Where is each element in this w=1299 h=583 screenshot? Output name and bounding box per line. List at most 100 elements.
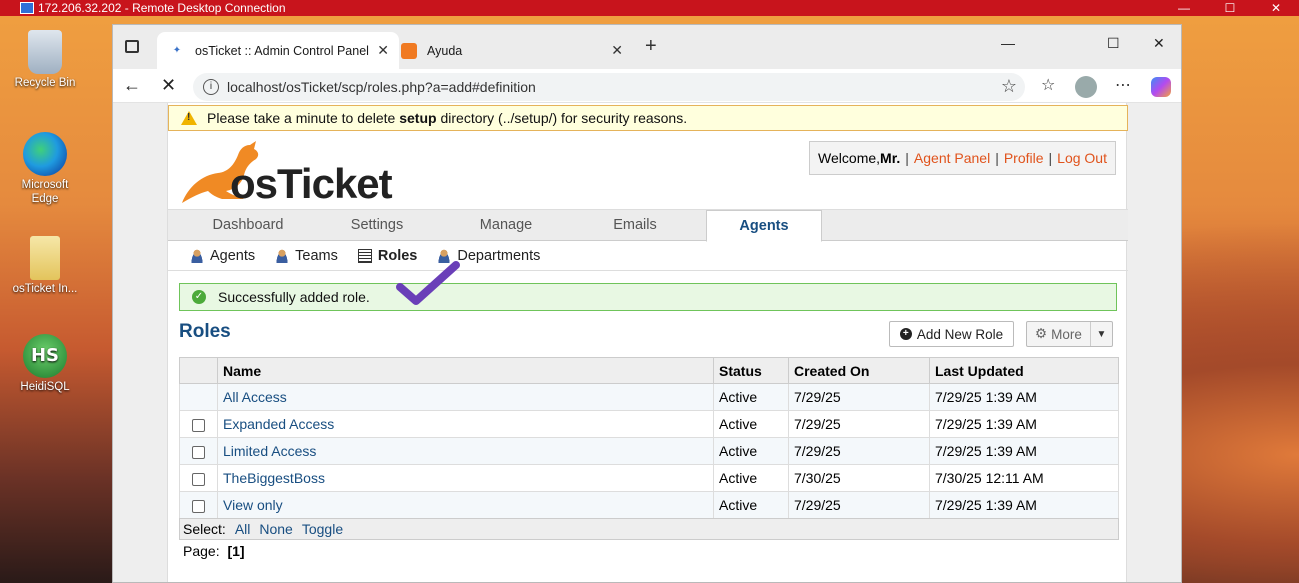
main-nav: Dashboard Settings Manage Emails Agents xyxy=(168,209,1128,242)
select-column-header xyxy=(179,357,218,384)
role-status-cell: Active xyxy=(713,464,789,492)
desktop-icon-heidisql[interactable]: HS HeidiSQL xyxy=(8,334,82,394)
address-bar-row: ← ✕ i localhost/osTicket/scp/roles.php?a… xyxy=(113,69,1181,103)
desktop-icon-recycle-bin[interactable]: Recycle Bin xyxy=(8,30,82,90)
table-row: Expanded Access Active 7/29/25 7/29/25 1:39… xyxy=(179,410,1119,438)
desktop-icon-osticket-installer[interactable]: osTicket In... xyxy=(8,236,82,296)
tab-agents[interactable]: Agents xyxy=(706,210,822,242)
desktop-icon-edge[interactable]: Microsoft Edge xyxy=(8,132,82,206)
page-container: Please take a minute to delete setup dir… xyxy=(167,103,1128,582)
window-close-icon[interactable]: ✕ xyxy=(1153,35,1165,52)
profile-link[interactable]: Profile xyxy=(1004,150,1044,166)
logout-link[interactable]: Log Out xyxy=(1057,150,1107,166)
rdp-close-button[interactable]: ✕ xyxy=(1253,0,1299,16)
page-title: Roles xyxy=(179,321,231,342)
chevron-down-icon[interactable]: ▼ xyxy=(1090,322,1112,346)
row-select-cell xyxy=(179,464,218,492)
osticket-logo[interactable]: osTicket xyxy=(178,139,393,207)
success-text: Successfully added role. xyxy=(218,289,370,305)
sub-nav-teams[interactable]: Teams xyxy=(275,248,338,264)
browser-tab-osticket[interactable]: ✦ osTicket :: Admin Control Panel ✕ xyxy=(157,32,399,69)
select-none-link[interactable]: None xyxy=(259,521,292,537)
row-select-cell xyxy=(179,383,218,411)
more-dropdown-button[interactable]: ⚙ More ▼ xyxy=(1026,321,1113,347)
osticket-favicon-icon: ✦ xyxy=(172,44,182,56)
tab-dashboard[interactable]: Dashboard xyxy=(190,210,306,241)
pager-label: Page: xyxy=(183,543,220,559)
role-name-link[interactable]: Expanded Access xyxy=(223,416,334,432)
close-tab-icon[interactable]: ✕ xyxy=(377,42,389,59)
column-header-created[interactable]: Created On xyxy=(788,357,930,384)
desktop-icon-label: HeidiSQL xyxy=(20,381,70,393)
column-header-updated[interactable]: Last Updated xyxy=(929,357,1119,384)
row-checkbox[interactable] xyxy=(192,445,205,459)
success-message: ✓ Successfully added role. xyxy=(179,283,1117,311)
success-check-icon: ✓ xyxy=(192,290,206,304)
new-tab-icon[interactable]: + xyxy=(645,35,657,58)
column-header-name[interactable]: Name xyxy=(217,357,714,384)
select-toggle-link[interactable]: Toggle xyxy=(302,521,343,537)
column-header-status[interactable]: Status xyxy=(713,357,789,384)
url-input[interactable]: i localhost/osTicket/scp/roles.php?a=add… xyxy=(193,73,1025,101)
table-row: All Access Active 7/29/25 7/29/25 1:39 AM xyxy=(179,383,1119,411)
tab-settings[interactable]: Settings xyxy=(319,210,435,241)
window-maximize-icon[interactable]: ☐ xyxy=(1107,35,1120,52)
favorites-icon[interactable]: ☆ xyxy=(1041,75,1055,95)
rdp-title-bar: 172.206.32.202 - Remote Desktop Connecti… xyxy=(0,0,1299,16)
sub-nav-agents[interactable]: Agents xyxy=(190,248,255,264)
row-checkbox[interactable] xyxy=(192,499,205,513)
role-name-link[interactable]: TheBiggestBoss xyxy=(223,470,325,486)
desktop-icon-label: osTicket In... xyxy=(12,283,78,295)
logo-text: osTicket xyxy=(230,160,393,207)
roles-list-icon xyxy=(357,248,372,263)
role-name-link[interactable]: Limited Access xyxy=(223,443,316,459)
role-name-link[interactable]: All Access xyxy=(223,389,287,405)
tab-actions-icon[interactable] xyxy=(125,40,139,53)
row-select-cell xyxy=(179,410,218,438)
rdp-minimize-button[interactable]: — xyxy=(1161,0,1207,16)
site-info-icon[interactable]: i xyxy=(203,79,219,95)
table-row: TheBiggestBoss Active 7/30/25 7/30/25 12:11… xyxy=(179,464,1119,492)
setup-warning-banner: Please take a minute to delete setup dir… xyxy=(168,105,1128,131)
stop-loading-icon[interactable]: ✕ xyxy=(161,75,176,96)
favorite-star-icon[interactable]: ☆ xyxy=(1001,76,1017,97)
checkmark-icon xyxy=(396,261,460,305)
role-name-cell: TheBiggestBoss xyxy=(217,464,714,492)
row-checkbox[interactable] xyxy=(192,418,205,432)
role-name-link[interactable]: View only xyxy=(223,497,283,513)
role-status-cell: Active xyxy=(713,383,789,411)
close-tab-icon[interactable]: ✕ xyxy=(611,42,623,59)
browser-tab-ayuda[interactable]: Ayuda ✕ xyxy=(401,32,633,69)
window-minimize-icon[interactable]: — xyxy=(1001,35,1015,51)
select-all-link[interactable]: All xyxy=(235,521,251,537)
profile-avatar[interactable] xyxy=(1075,76,1097,98)
browser-tab-title: Ayuda xyxy=(427,43,463,58)
agent-panel-link[interactable]: Agent Panel xyxy=(914,150,990,166)
table-select-footer: Select: All None Toggle xyxy=(179,518,1119,540)
desktop-icon-label: Recycle Bin xyxy=(14,77,76,89)
pager-current-page[interactable]: [1] xyxy=(227,543,244,559)
role-created-cell: 7/29/25 xyxy=(788,410,930,438)
rdp-title: 172.206.32.202 - Remote Desktop Connecti… xyxy=(38,1,286,15)
table-row: View only Active 7/29/25 7/29/25 1:39 AM xyxy=(179,491,1119,519)
add-new-role-button[interactable]: + Add New Role xyxy=(889,321,1014,347)
table-header-row: Name Status Created On Last Updated xyxy=(179,357,1119,384)
heidisql-icon: HS xyxy=(23,334,67,378)
tab-emails[interactable]: Emails xyxy=(577,210,693,241)
folder-icon xyxy=(30,236,60,280)
role-updated-cell: 7/30/25 12:11 AM xyxy=(929,464,1119,492)
back-icon[interactable]: ← xyxy=(123,75,141,96)
role-name-cell: View only xyxy=(217,491,714,519)
url-text: localhost/osTicket/scp/roles.php?a=add#d… xyxy=(227,79,536,95)
copilot-icon[interactable] xyxy=(1151,77,1171,97)
row-checkbox[interactable] xyxy=(192,472,205,486)
rdp-maximize-button[interactable]: ☐ xyxy=(1207,0,1253,16)
role-name-cell: All Access xyxy=(217,383,714,411)
more-menu-icon[interactable]: ⋯ xyxy=(1115,75,1131,95)
role-status-cell: Active xyxy=(713,491,789,519)
browser-window: ✦ osTicket :: Admin Control Panel ✕ Ayud… xyxy=(112,24,1182,583)
roles-table: Name Status Created On Last Updated All … xyxy=(179,357,1119,519)
page-viewport: Please take a minute to delete setup dir… xyxy=(113,103,1181,582)
tab-manage[interactable]: Manage xyxy=(448,210,564,241)
row-select-cell xyxy=(179,491,218,519)
